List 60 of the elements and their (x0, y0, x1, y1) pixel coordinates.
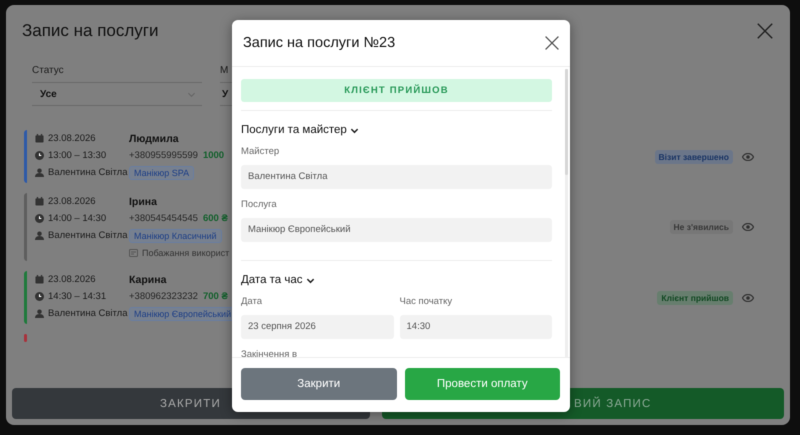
client-name: Ірина (129, 196, 157, 208)
phone-number: +380955995599 (129, 150, 198, 161)
close-button[interactable]: Закрити (241, 368, 396, 400)
chevron-icon[interactable] (306, 276, 315, 284)
field-label: Послуга (241, 199, 278, 210)
field-label: Час початку (400, 296, 454, 307)
master-name: Валентина Світла (48, 167, 128, 178)
filter-select[interactable]: Усе (32, 82, 202, 106)
filter-label: Статус (32, 65, 65, 76)
client-name: Карина (129, 274, 166, 286)
phone-number: +380962323232 (129, 291, 198, 302)
section-toggle[interactable]: Дата та час (241, 274, 552, 286)
dialog-title: Запис на послуги (22, 21, 158, 41)
eye-icon[interactable] (742, 223, 754, 231)
modal-title: Запис на послуги №23 (243, 35, 396, 51)
input-field[interactable]: Валентина Світла (241, 165, 552, 189)
master-name: Валентина Світла (48, 230, 128, 241)
appointment-time: 13:00 – 13:30 (48, 150, 106, 161)
status-banner: КЛІЄНТ ПРИЙШОВ (241, 79, 552, 102)
price: 1000 (202, 150, 224, 161)
filter-label: М (220, 65, 230, 76)
person-icon (35, 231, 44, 240)
person-icon (35, 168, 44, 177)
service-tag: Манікюр Класичний (129, 229, 222, 243)
status-badge: Не з'явились (670, 220, 733, 234)
close-icon[interactable] (756, 22, 774, 40)
input-field[interactable]: Манікюр Європейський (241, 218, 552, 242)
person-icon (35, 309, 44, 318)
input-field[interactable]: 23 серпня 2026 (241, 315, 394, 339)
status-badge: Візит завершено (654, 150, 733, 164)
appointment-time: 14:00 – 14:30 (48, 213, 106, 224)
service-tag: Манікюр SPA (129, 166, 194, 180)
clock-icon (35, 214, 44, 223)
field-label: Закінчення в (241, 349, 298, 357)
appointment-date: 23.08.2026 (48, 133, 96, 144)
clock-icon (35, 151, 44, 160)
appointment-date: 23.08.2026 (48, 274, 96, 285)
note-text: Побажання використ (142, 248, 230, 258)
input-field[interactable]: 14:30 (400, 315, 552, 339)
calendar-icon (35, 134, 44, 143)
master-name: Валентина Світла (48, 308, 128, 319)
client-name: Людмила (129, 133, 179, 145)
scrollbar[interactable] (565, 69, 568, 357)
eye-icon[interactable] (742, 294, 754, 302)
message-icon (129, 249, 138, 257)
phone-number: +380545454545 (129, 213, 198, 224)
appointment-date: 23.08.2026 (48, 196, 96, 207)
section-toggle[interactable]: Послуги та майстер (241, 124, 552, 136)
chevron-icon[interactable] (350, 126, 359, 134)
appointment-time: 14:30 – 14:31 (48, 291, 106, 302)
field-label: Дата (241, 296, 264, 307)
status-badge: Клієнт прийшов (657, 290, 733, 304)
eye-icon[interactable] (742, 152, 754, 160)
calendar-icon (35, 197, 44, 206)
calendar-icon (35, 275, 44, 284)
clock-icon (35, 292, 44, 301)
price: 700 ₴ (202, 291, 228, 302)
price: 600 ₴ (202, 213, 228, 224)
field-label: Майстер (241, 146, 280, 157)
close-icon[interactable] (544, 35, 560, 51)
